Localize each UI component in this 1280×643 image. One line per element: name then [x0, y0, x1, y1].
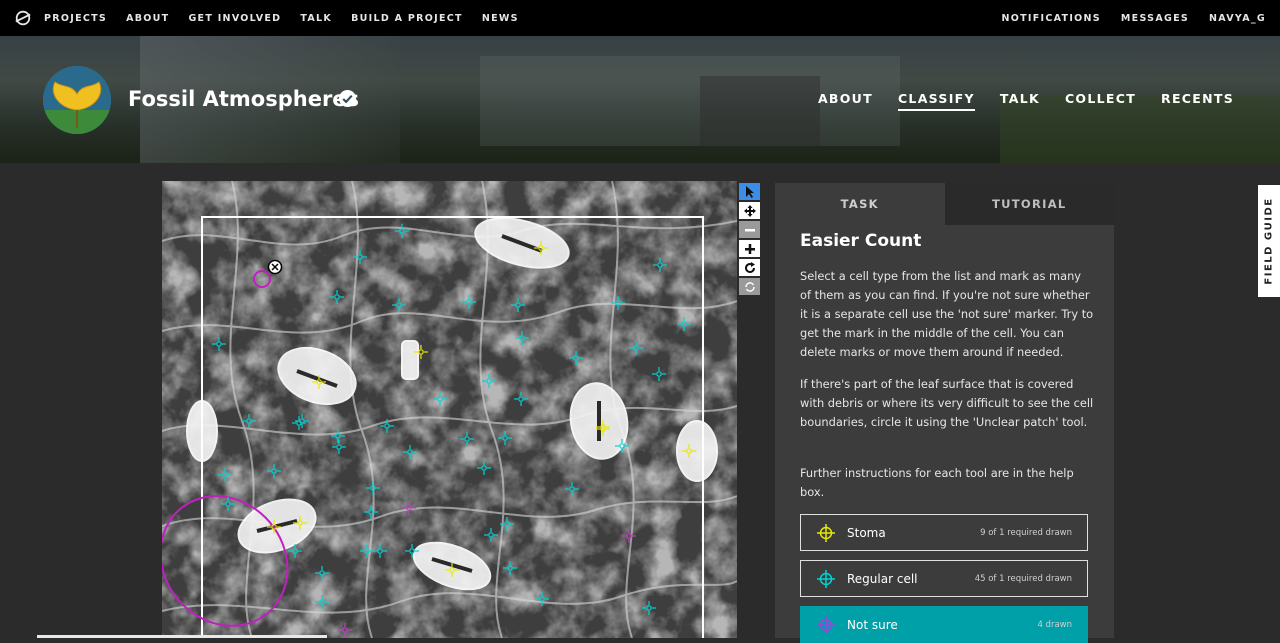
nav-projects[interactable]: PROJECTS [44, 13, 107, 24]
zoom-out-icon [744, 228, 755, 231]
leaf-cuticle-image[interactable] [162, 181, 737, 638]
task-panel: TASK TUTORIAL Easier Count Select a cell… [775, 183, 1114, 643]
ginkgo-leaf-icon [43, 66, 111, 134]
task-instructions-3: Further instructions for each tool are i… [800, 466, 1074, 499]
reset-icon [744, 281, 755, 292]
verified-badge-icon [338, 89, 357, 108]
pointer-tool-button[interactable] [739, 183, 760, 200]
nav-get-involved[interactable]: GET INVOLVED [188, 13, 281, 24]
project-nav-talk[interactable]: TALK [1000, 91, 1040, 111]
image-toolbar [739, 183, 761, 297]
rotate-button[interactable] [739, 259, 760, 276]
zooniverse-logo-icon[interactable] [14, 9, 32, 27]
tab-tutorial[interactable]: TUTORIAL [944, 183, 1114, 225]
nav-messages[interactable]: MESSAGES [1121, 13, 1189, 24]
nav-talk[interactable]: TALK [300, 13, 332, 24]
tool-regular-cell-label: Regular cell [847, 571, 918, 586]
tool-regular-cell-button[interactable]: Regular cell 45 of 1 required drawn [800, 560, 1088, 597]
pointer-icon [745, 185, 754, 198]
field-guide-tab[interactable]: FIELD GUIDE [1258, 185, 1280, 297]
delete-mark-icon[interactable] [267, 259, 283, 275]
task-tabs: TASK TUTORIAL [775, 183, 1114, 225]
project-nav-about[interactable]: ABOUT [818, 91, 873, 111]
project-nav-collect[interactable]: COLLECT [1065, 91, 1136, 111]
subject-image-viewer[interactable] [162, 181, 737, 638]
top-navigation: PROJECTS ABOUT GET INVOLVED TALK BUILD A… [0, 0, 1280, 36]
task-instructions-2: If there's part of the leaf surface that… [800, 377, 1094, 429]
tool-not-sure-label: Not sure [847, 617, 898, 632]
nav-build-a-project[interactable]: BUILD A PROJECT [351, 13, 463, 24]
nav-about[interactable]: ABOUT [126, 13, 169, 24]
tab-task[interactable]: TASK [775, 183, 945, 225]
project-header: Fossil Atmospheres ABOUT CLASSIFY TALK C… [0, 36, 1280, 163]
move-icon [743, 204, 756, 217]
tool-stoma-count: 9 of 1 required drawn [980, 527, 1072, 538]
move-tool-button[interactable] [739, 202, 760, 219]
rotate-icon [744, 261, 755, 273]
nav-user-menu[interactable]: NAVYA_G [1209, 13, 1266, 24]
zoom-out-button[interactable] [739, 221, 760, 238]
tool-regular-cell-count: 45 of 1 required drawn [974, 573, 1072, 584]
user-nav: NOTIFICATIONS MESSAGES NAVYA_G [981, 0, 1266, 36]
zoom-in-button[interactable] [739, 240, 760, 257]
tool-stoma-button[interactable]: Stoma 9 of 1 required drawn [800, 514, 1088, 551]
tool-stoma-label: Stoma [847, 525, 886, 540]
reset-button[interactable] [739, 278, 760, 295]
zoom-in-icon [744, 243, 755, 254]
field-guide-label: FIELD GUIDE [1263, 197, 1275, 285]
task-instructions-1: Select a cell type from the list and mar… [800, 269, 1094, 359]
project-nav-recents[interactable]: RECENTS [1161, 91, 1234, 111]
project-avatar[interactable] [43, 66, 111, 134]
crosshair-cyan-icon [817, 569, 835, 588]
tool-not-sure-button[interactable]: Not sure 4 drawn [800, 606, 1088, 643]
task-title: Easier Count [800, 231, 922, 251]
crosshair-purple-icon [817, 615, 835, 634]
project-title[interactable]: Fossil Atmospheres [128, 87, 359, 111]
project-navigation: ABOUT CLASSIFY TALK COLLECT RECENTS [793, 91, 1234, 111]
crosshair-yellow-icon [817, 523, 835, 542]
nav-news[interactable]: NEWS [482, 13, 519, 24]
nav-notifications[interactable]: NOTIFICATIONS [1001, 13, 1100, 24]
tool-not-sure-count: 4 drawn [1037, 619, 1072, 630]
project-nav-classify[interactable]: CLASSIFY [897, 91, 975, 111]
